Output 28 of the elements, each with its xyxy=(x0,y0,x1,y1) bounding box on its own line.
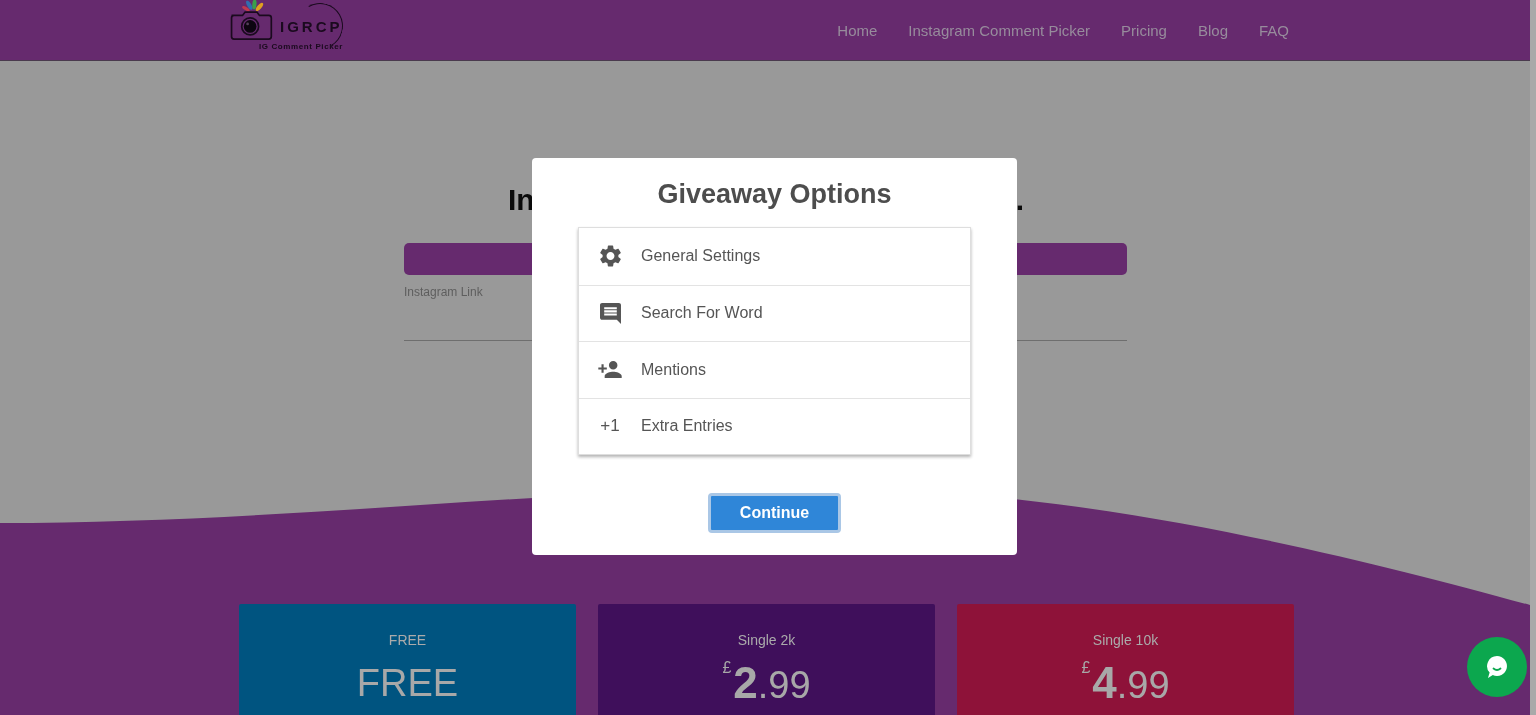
nav-link[interactable]: Home xyxy=(837,21,878,39)
comment-icon xyxy=(599,302,621,324)
option-item[interactable]: Mentions xyxy=(579,341,970,398)
option-item[interactable]: +1 Extra Entries xyxy=(579,397,970,454)
plan-price: $^{£}$2.99 xyxy=(722,657,811,709)
scrollbar-track[interactable] xyxy=(1530,0,1536,715)
plan-title: Single 10k xyxy=(1092,632,1159,648)
nav-link[interactable]: FAQ xyxy=(1259,21,1289,39)
heading-fragment: . xyxy=(1015,185,1024,215)
continue-button[interactable]: Continue xyxy=(708,493,841,533)
nav-link[interactable]: Instagram Comment Picker xyxy=(908,21,1091,39)
chat-icon xyxy=(1485,655,1509,679)
logo-title: IGRCP xyxy=(280,18,343,36)
add-person-icon xyxy=(598,361,622,379)
plan-title: FREE xyxy=(388,632,427,648)
settings-icon xyxy=(599,245,621,268)
modal-title: Giveaway Options xyxy=(657,178,892,211)
nav-link[interactable]: Blog xyxy=(1197,21,1228,39)
option-item[interactable]: General Settings xyxy=(579,228,970,285)
plus-one-label: +1 xyxy=(600,417,620,436)
plan-price: $^{£}$4.99 xyxy=(1081,657,1170,709)
plan-price: FREE xyxy=(356,661,459,706)
logo-subtitle: IG Comment Picker xyxy=(259,42,343,51)
nav-link[interactable]: Pricing xyxy=(1121,21,1167,39)
plan-title: Single 2k xyxy=(737,632,796,648)
field-label: Instagram Link xyxy=(404,285,483,299)
heading-fragment: In xyxy=(508,185,535,215)
option-item[interactable]: Search For Word xyxy=(579,284,970,341)
